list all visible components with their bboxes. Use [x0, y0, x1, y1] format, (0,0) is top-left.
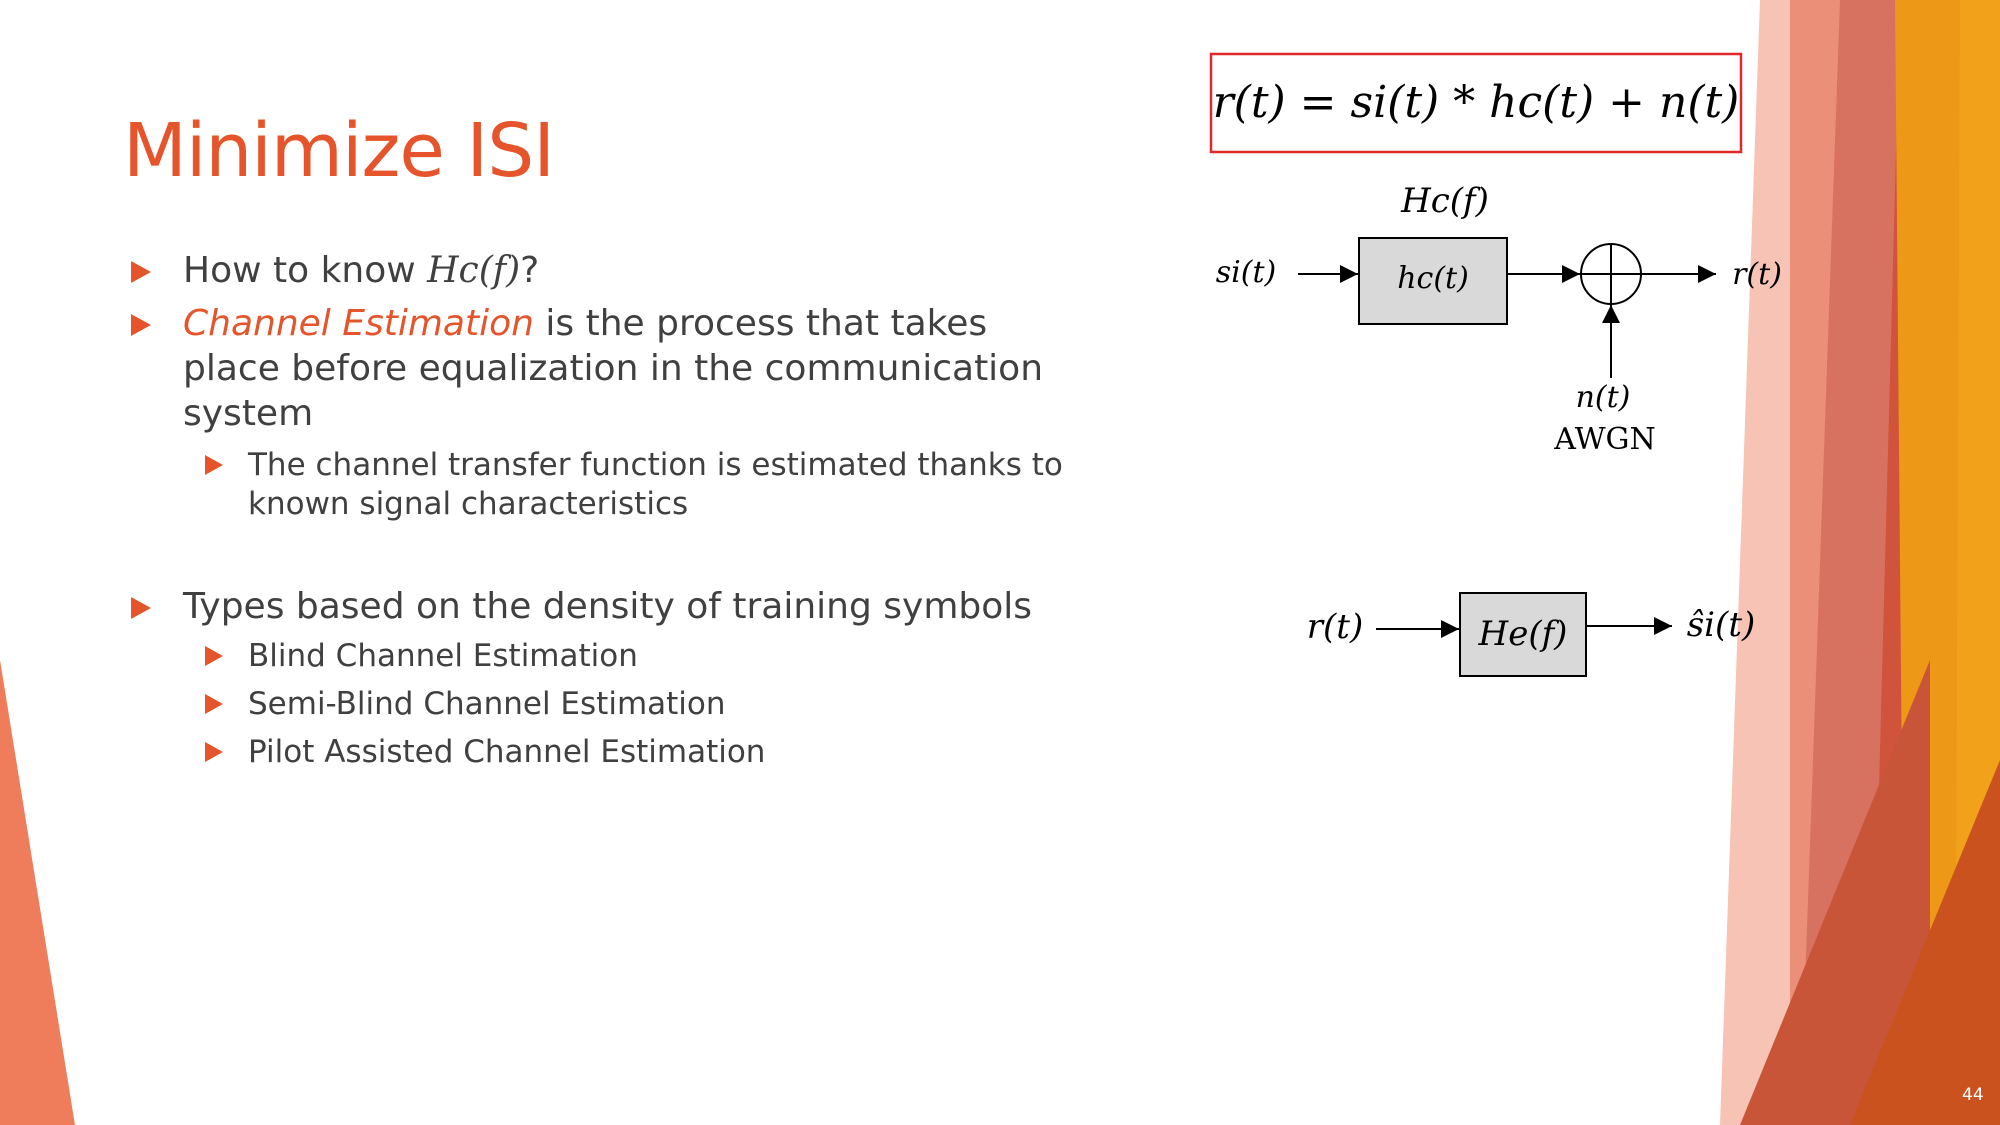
eq-input-label: r(t) [1307, 607, 1363, 647]
equation-text: r(t) = si(t) * hc(t) + n(t) [1213, 77, 1740, 128]
equalizer-block-label: He(f) [1478, 614, 1568, 654]
channel-block-label: hc(t) [1397, 261, 1469, 296]
input-signal-label: si(t) [1216, 255, 1276, 290]
noise-label: n(t) [1576, 380, 1631, 415]
noise-type-label: AWGN [1553, 422, 1656, 457]
channel-diagrams: r(t) = si(t) * hc(t) + n(t) Hc(f) si(t) … [1209, 52, 1782, 677]
eq-output-label: ŝi(t) [1687, 605, 1756, 645]
output-signal-label: r(t) [1732, 257, 1782, 292]
page-number: 44 [1962, 1085, 1984, 1105]
channel-freq-label: Hc(f) [1400, 181, 1489, 221]
